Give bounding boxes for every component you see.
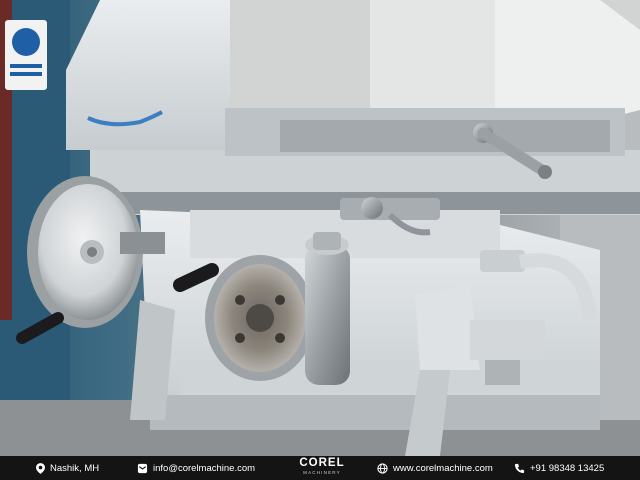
wheel-guard xyxy=(66,0,230,150)
base-shadow xyxy=(150,395,600,430)
email-item[interactable]: info@corelmachine.com xyxy=(137,463,255,474)
phone-icon xyxy=(514,463,525,473)
machine-photo xyxy=(0,0,640,456)
phone-item[interactable]: +91 98348 13425 xyxy=(514,463,604,474)
footer-bar: Nashik, MH info@corelmachine.com COREL M… xyxy=(0,456,640,480)
location-pin-icon xyxy=(36,462,45,474)
location-text: Nashik, MH xyxy=(50,462,100,474)
corel-logo: COREL MACHINERY xyxy=(296,457,348,475)
hydraulic-cylinder xyxy=(305,232,350,385)
email-link[interactable]: info@corelmachine.com xyxy=(153,463,255,474)
safety-sign-icon xyxy=(5,20,47,90)
globe-icon xyxy=(377,462,388,474)
brand-subtitle: MACHINERY xyxy=(303,469,341,475)
magnetic-chuck xyxy=(280,120,610,152)
website-item[interactable]: www.corelmachine.com xyxy=(377,463,493,474)
location-item: Nashik, MH xyxy=(36,463,99,474)
website-link[interactable]: www.corelmachine.com xyxy=(393,463,493,474)
phone-link[interactable]: +91 98348 13425 xyxy=(530,463,604,474)
screenshot-frame: Nashik, MH info@corelmachine.com COREL M… xyxy=(0,0,640,480)
mail-icon xyxy=(137,463,148,473)
brand-name: COREL xyxy=(299,457,345,469)
